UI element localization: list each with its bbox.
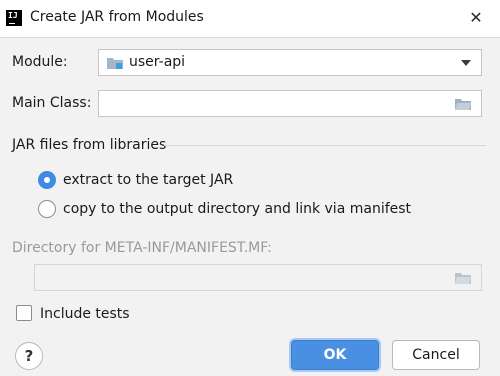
main-class-field[interactable] (98, 90, 482, 117)
close-icon[interactable]: ✕ (466, 8, 486, 28)
cancel-button[interactable]: Cancel (392, 340, 480, 370)
browse-folder-icon[interactable] (455, 272, 471, 284)
module-label: Module: (12, 54, 68, 70)
jar-section-title: JAR files from libraries (12, 137, 167, 153)
manifest-dir-field[interactable] (34, 264, 482, 291)
ok-button[interactable]: OK (291, 340, 379, 370)
radio-copy-link-manifest[interactable] (38, 200, 56, 218)
section-divider (164, 145, 486, 146)
module-dropdown[interactable]: user-api (98, 49, 482, 76)
radio-copy-link-manifest-label[interactable]: copy to the output directory and link vi… (63, 201, 411, 217)
chevron-down-icon[interactable] (461, 60, 471, 66)
dialog-title: Create JAR from Modules (30, 9, 204, 25)
main-class-label: Main Class: (12, 95, 92, 111)
intellij-app-icon: IJ (6, 10, 22, 26)
manifest-dir-label: Directory for META-INF/MANIFEST.MF: (12, 240, 272, 256)
radio-extract-jar[interactable] (38, 171, 56, 189)
module-folder-icon (107, 58, 123, 69)
include-tests-label[interactable]: Include tests (40, 306, 130, 322)
browse-folder-icon[interactable] (455, 98, 471, 110)
include-tests-checkbox[interactable] (16, 305, 32, 321)
title-bar: IJ Create JAR from Modules ✕ (0, 0, 500, 38)
radio-extract-jar-label[interactable]: extract to the target JAR (63, 172, 233, 188)
module-value: user-api (129, 54, 186, 70)
help-button[interactable]: ? (15, 342, 43, 370)
